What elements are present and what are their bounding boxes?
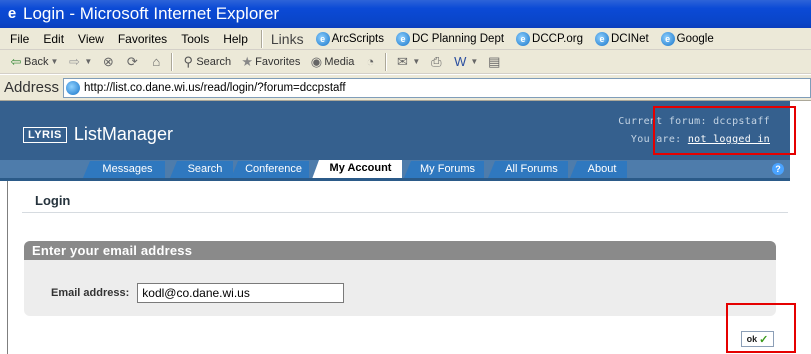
link-dc-planning[interactable]: e DC Planning Dept [390, 31, 510, 46]
tab-messages[interactable]: Messages [83, 161, 165, 178]
page-title: Login [35, 193, 71, 208]
refresh-icon: ⟳ [126, 53, 138, 69]
address-url: http://list.co.dane.wi.us/read/login/?fo… [84, 81, 346, 94]
back-button[interactable]: ⇦ Back ▼ [4, 54, 62, 70]
menu-tools[interactable]: Tools [174, 32, 216, 46]
lyris-logo-mark: LYRIS [23, 126, 67, 143]
toolbar-separator [171, 52, 174, 71]
chevron-down-icon: ▼ [412, 57, 421, 66]
mail-icon: ✉ [396, 53, 408, 69]
window-title: Login - Microsoft Internet Explorer [23, 4, 280, 23]
stop-icon: ⊗ [102, 53, 114, 69]
lyris-logo: LYRIS ListManager [23, 124, 173, 145]
address-bar: Address http://list.co.dane.wi.us/read/l… [0, 75, 811, 101]
forward-arrow-icon: ⇨ [68, 53, 80, 69]
edit-button[interactable]: W ▼ [448, 54, 482, 70]
window-titlebar: e Login - Microsoft Internet Explorer [0, 0, 811, 28]
address-input[interactable]: http://list.co.dane.wi.us/read/login/?fo… [63, 77, 811, 98]
mail-button[interactable]: ✉ ▼ [390, 54, 424, 70]
favorites-icon: ★ [241, 53, 253, 69]
help-icon[interactable]: ? [772, 163, 784, 175]
menu-bar: File Edit View Favorites Tools Help Link… [0, 28, 811, 50]
ie-page-icon: e [660, 31, 675, 46]
forward-button[interactable]: ⇨ ▼ [62, 54, 96, 70]
menu-view[interactable]: View [71, 32, 111, 46]
tab-conference[interactable]: Conference [231, 161, 309, 178]
word-icon: W [454, 53, 467, 69]
search-icon: ⚲ [183, 53, 194, 69]
email-field[interactable] [137, 283, 345, 303]
ie-page-icon: e [315, 31, 330, 46]
ie-page-icon [66, 80, 81, 95]
frame-edge [7, 181, 8, 354]
menu-separator [260, 29, 263, 48]
link-arcscripts[interactable]: e ArcScripts [310, 31, 390, 46]
login-form: Enter your email address Email address: [24, 241, 776, 316]
media-button[interactable]: ◉ Media [304, 54, 358, 70]
menu-favorites[interactable]: Favorites [111, 32, 174, 46]
back-arrow-icon: ⇦ [10, 53, 22, 69]
tab-bar: Messages Search Conference My Account My… [0, 160, 790, 179]
home-icon: ⌂ [152, 53, 161, 69]
ie-page-icon: e [395, 31, 410, 46]
highlight-ok-button [726, 303, 796, 353]
email-label: Email address: [51, 287, 130, 299]
browser-toolbar: ⇦ Back ▼ ⇨ ▼ ⊗ ⟳ ⌂ ⚲ Search ★ Favorites … [0, 50, 811, 74]
link-dcinet[interactable]: e DCINet [589, 31, 655, 46]
chevron-down-icon: ▼ [50, 57, 59, 66]
print-button[interactable]: ⎙ [424, 54, 448, 70]
favorites-button[interactable]: ★ Favorites [235, 54, 304, 70]
history-button[interactable]: ◔ [358, 54, 382, 70]
chevron-down-icon: ▼ [84, 57, 93, 66]
search-button[interactable]: ⚲ Search [176, 54, 235, 70]
tab-my-account[interactable]: My Account [312, 160, 402, 179]
tab-all-forums[interactable]: All Forums [488, 161, 568, 178]
print-icon: ⎙ [431, 53, 442, 69]
product-name: ListManager [73, 124, 173, 144]
tab-search[interactable]: Search [170, 161, 233, 178]
links-label: Links [270, 30, 304, 47]
toolbar-separator [385, 52, 388, 71]
tab-about[interactable]: About [570, 161, 627, 178]
refresh-button[interactable]: ⟳ [120, 54, 144, 70]
address-label: Address [4, 79, 60, 96]
menu-file[interactable]: File [0, 32, 36, 46]
ie-page-icon: e [594, 31, 609, 46]
link-google[interactable]: e Google [655, 31, 720, 46]
highlight-forum-status [653, 106, 796, 155]
tab-my-forums[interactable]: My Forums [404, 161, 484, 178]
media-icon: ◉ [310, 53, 323, 69]
title-divider [22, 212, 788, 213]
link-dccp[interactable]: e DCCP.org [510, 31, 589, 46]
header-divider [0, 178, 790, 181]
login-form-header: Enter your email address [24, 241, 776, 260]
history-icon: ◔ [366, 53, 375, 69]
ie-page-icon: e [516, 31, 531, 46]
discuss-icon: ▤ [488, 53, 501, 69]
home-button[interactable]: ⌂ [144, 54, 168, 70]
stop-button[interactable]: ⊗ [96, 54, 120, 70]
menu-edit[interactable]: Edit [36, 32, 71, 46]
email-row: Email address: [24, 283, 776, 303]
discuss-button[interactable]: ▤ [482, 54, 506, 70]
ie-icon: e [7, 5, 17, 22]
chevron-down-icon: ▼ [470, 57, 479, 66]
menu-help[interactable]: Help [216, 32, 255, 46]
